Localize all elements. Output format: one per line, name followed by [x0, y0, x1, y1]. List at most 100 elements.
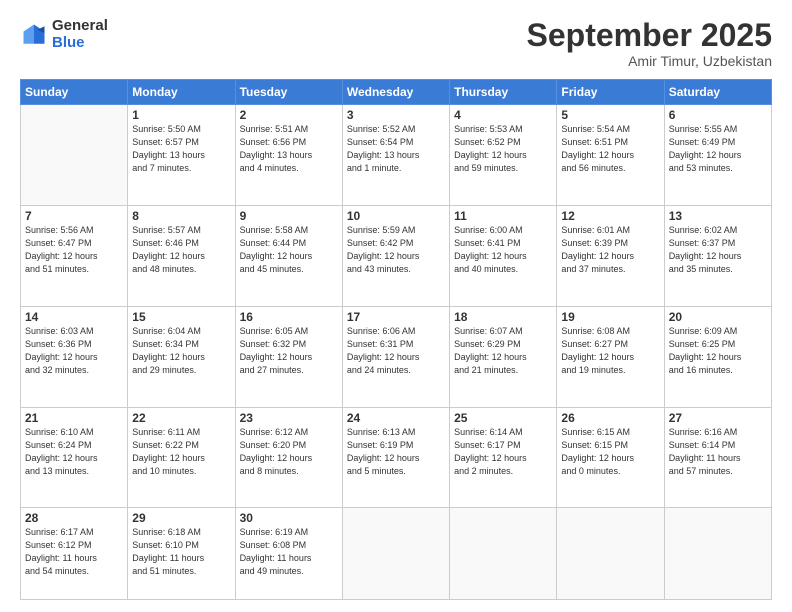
day-info: Sunrise: 6:13 AM Sunset: 6:19 PM Dayligh… — [347, 426, 445, 478]
table-row: 3Sunrise: 5:52 AM Sunset: 6:54 PM Daylig… — [342, 105, 449, 206]
day-number: 23 — [240, 411, 338, 425]
day-number: 15 — [132, 310, 230, 324]
day-info: Sunrise: 6:12 AM Sunset: 6:20 PM Dayligh… — [240, 426, 338, 478]
day-number: 19 — [561, 310, 659, 324]
header-thursday: Thursday — [450, 80, 557, 105]
day-number: 18 — [454, 310, 552, 324]
table-row: 15Sunrise: 6:04 AM Sunset: 6:34 PM Dayli… — [128, 306, 235, 407]
day-number: 5 — [561, 108, 659, 122]
logo-general-text: General — [52, 18, 108, 35]
day-info: Sunrise: 6:04 AM Sunset: 6:34 PM Dayligh… — [132, 325, 230, 377]
table-row: 2Sunrise: 5:51 AM Sunset: 6:56 PM Daylig… — [235, 105, 342, 206]
table-row: 13Sunrise: 6:02 AM Sunset: 6:37 PM Dayli… — [664, 205, 771, 306]
day-info: Sunrise: 6:03 AM Sunset: 6:36 PM Dayligh… — [25, 325, 123, 377]
table-row — [664, 508, 771, 600]
day-info: Sunrise: 6:11 AM Sunset: 6:22 PM Dayligh… — [132, 426, 230, 478]
day-info: Sunrise: 6:09 AM Sunset: 6:25 PM Dayligh… — [669, 325, 767, 377]
day-info: Sunrise: 5:53 AM Sunset: 6:52 PM Dayligh… — [454, 123, 552, 175]
table-row: 10Sunrise: 5:59 AM Sunset: 6:42 PM Dayli… — [342, 205, 449, 306]
day-info: Sunrise: 5:50 AM Sunset: 6:57 PM Dayligh… — [132, 123, 230, 175]
day-number: 21 — [25, 411, 123, 425]
day-info: Sunrise: 5:51 AM Sunset: 6:56 PM Dayligh… — [240, 123, 338, 175]
day-number: 9 — [240, 209, 338, 223]
day-number: 13 — [669, 209, 767, 223]
day-info: Sunrise: 5:54 AM Sunset: 6:51 PM Dayligh… — [561, 123, 659, 175]
calendar-table: Sunday Monday Tuesday Wednesday Thursday… — [20, 79, 772, 600]
table-row: 5Sunrise: 5:54 AM Sunset: 6:51 PM Daylig… — [557, 105, 664, 206]
day-info: Sunrise: 6:05 AM Sunset: 6:32 PM Dayligh… — [240, 325, 338, 377]
day-number: 2 — [240, 108, 338, 122]
day-number: 26 — [561, 411, 659, 425]
table-row — [450, 508, 557, 600]
day-info: Sunrise: 6:16 AM Sunset: 6:14 PM Dayligh… — [669, 426, 767, 478]
table-row: 17Sunrise: 6:06 AM Sunset: 6:31 PM Dayli… — [342, 306, 449, 407]
day-number: 14 — [25, 310, 123, 324]
header-monday: Monday — [128, 80, 235, 105]
day-info: Sunrise: 6:18 AM Sunset: 6:10 PM Dayligh… — [132, 526, 230, 578]
table-row: 21Sunrise: 6:10 AM Sunset: 6:24 PM Dayli… — [21, 407, 128, 508]
day-info: Sunrise: 6:02 AM Sunset: 6:37 PM Dayligh… — [669, 224, 767, 276]
calendar-week-2: 14Sunrise: 6:03 AM Sunset: 6:36 PM Dayli… — [21, 306, 772, 407]
table-row: 16Sunrise: 6:05 AM Sunset: 6:32 PM Dayli… — [235, 306, 342, 407]
header: General Blue September 2025 Amir Timur, … — [20, 18, 772, 69]
day-number: 24 — [347, 411, 445, 425]
day-number: 10 — [347, 209, 445, 223]
day-number: 4 — [454, 108, 552, 122]
day-info: Sunrise: 6:14 AM Sunset: 6:17 PM Dayligh… — [454, 426, 552, 478]
day-number: 12 — [561, 209, 659, 223]
table-row: 28Sunrise: 6:17 AM Sunset: 6:12 PM Dayli… — [21, 508, 128, 600]
day-info: Sunrise: 6:08 AM Sunset: 6:27 PM Dayligh… — [561, 325, 659, 377]
table-row: 27Sunrise: 6:16 AM Sunset: 6:14 PM Dayli… — [664, 407, 771, 508]
day-info: Sunrise: 5:59 AM Sunset: 6:42 PM Dayligh… — [347, 224, 445, 276]
table-row: 6Sunrise: 5:55 AM Sunset: 6:49 PM Daylig… — [664, 105, 771, 206]
table-row: 11Sunrise: 6:00 AM Sunset: 6:41 PM Dayli… — [450, 205, 557, 306]
day-info: Sunrise: 6:01 AM Sunset: 6:39 PM Dayligh… — [561, 224, 659, 276]
table-row: 14Sunrise: 6:03 AM Sunset: 6:36 PM Dayli… — [21, 306, 128, 407]
day-number: 8 — [132, 209, 230, 223]
table-row: 30Sunrise: 6:19 AM Sunset: 6:08 PM Dayli… — [235, 508, 342, 600]
day-number: 11 — [454, 209, 552, 223]
calendar-week-3: 21Sunrise: 6:10 AM Sunset: 6:24 PM Dayli… — [21, 407, 772, 508]
day-info: Sunrise: 6:00 AM Sunset: 6:41 PM Dayligh… — [454, 224, 552, 276]
logo-icon — [20, 21, 48, 49]
header-wednesday: Wednesday — [342, 80, 449, 105]
header-tuesday: Tuesday — [235, 80, 342, 105]
day-number: 6 — [669, 108, 767, 122]
day-info: Sunrise: 6:17 AM Sunset: 6:12 PM Dayligh… — [25, 526, 123, 578]
logo: General Blue — [20, 18, 108, 51]
day-number: 27 — [669, 411, 767, 425]
day-info: Sunrise: 6:06 AM Sunset: 6:31 PM Dayligh… — [347, 325, 445, 377]
day-number: 20 — [669, 310, 767, 324]
table-row: 22Sunrise: 6:11 AM Sunset: 6:22 PM Dayli… — [128, 407, 235, 508]
calendar-header-row: Sunday Monday Tuesday Wednesday Thursday… — [21, 80, 772, 105]
table-row: 26Sunrise: 6:15 AM Sunset: 6:15 PM Dayli… — [557, 407, 664, 508]
table-row: 7Sunrise: 5:56 AM Sunset: 6:47 PM Daylig… — [21, 205, 128, 306]
day-info: Sunrise: 5:52 AM Sunset: 6:54 PM Dayligh… — [347, 123, 445, 175]
logo-blue-text: Blue — [52, 35, 108, 52]
day-info: Sunrise: 5:58 AM Sunset: 6:44 PM Dayligh… — [240, 224, 338, 276]
header-friday: Friday — [557, 80, 664, 105]
table-row — [342, 508, 449, 600]
calendar-week-1: 7Sunrise: 5:56 AM Sunset: 6:47 PM Daylig… — [21, 205, 772, 306]
title-block: September 2025 Amir Timur, Uzbekistan — [527, 18, 772, 69]
day-info: Sunrise: 6:07 AM Sunset: 6:29 PM Dayligh… — [454, 325, 552, 377]
day-number: 28 — [25, 511, 123, 525]
header-sunday: Sunday — [21, 80, 128, 105]
table-row: 24Sunrise: 6:13 AM Sunset: 6:19 PM Dayli… — [342, 407, 449, 508]
day-number: 16 — [240, 310, 338, 324]
day-number: 17 — [347, 310, 445, 324]
calendar-week-0: 1Sunrise: 5:50 AM Sunset: 6:57 PM Daylig… — [21, 105, 772, 206]
day-number: 22 — [132, 411, 230, 425]
table-row: 25Sunrise: 6:14 AM Sunset: 6:17 PM Dayli… — [450, 407, 557, 508]
day-info: Sunrise: 5:57 AM Sunset: 6:46 PM Dayligh… — [132, 224, 230, 276]
table-row — [21, 105, 128, 206]
day-number: 3 — [347, 108, 445, 122]
month-title: September 2025 — [527, 18, 772, 53]
table-row: 1Sunrise: 5:50 AM Sunset: 6:57 PM Daylig… — [128, 105, 235, 206]
day-number: 1 — [132, 108, 230, 122]
header-saturday: Saturday — [664, 80, 771, 105]
day-number: 25 — [454, 411, 552, 425]
day-info: Sunrise: 5:56 AM Sunset: 6:47 PM Dayligh… — [25, 224, 123, 276]
table-row: 12Sunrise: 6:01 AM Sunset: 6:39 PM Dayli… — [557, 205, 664, 306]
table-row: 4Sunrise: 5:53 AM Sunset: 6:52 PM Daylig… — [450, 105, 557, 206]
